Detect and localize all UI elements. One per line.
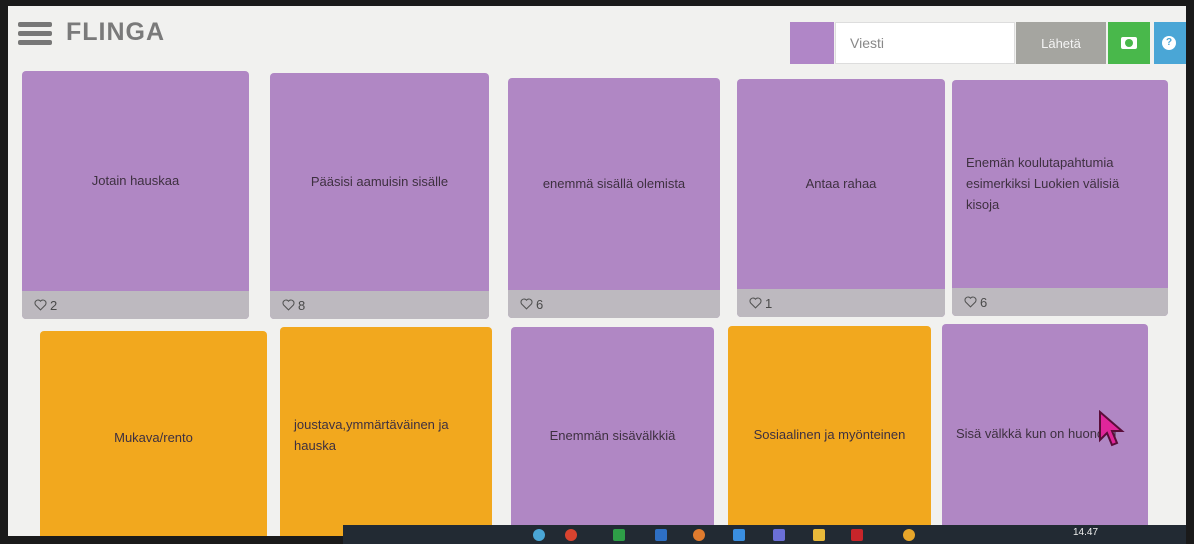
card[interactable]: enemmä sisällä olemista 6 (508, 78, 720, 318)
card-text: joustava,ymmärtäväinen ja hauska (294, 417, 449, 453)
folder-icon[interactable] (813, 529, 825, 541)
send-button[interactable]: Lähetä (1016, 22, 1106, 64)
clock: 14.47 (1073, 527, 1099, 538)
app-icon[interactable] (693, 529, 705, 541)
card-footer: 2 (22, 291, 249, 319)
browser-icon[interactable] (533, 529, 545, 541)
help-button[interactable]: ? (1154, 22, 1186, 64)
camera-button[interactable] (1108, 22, 1150, 64)
card-footer: 8 (270, 291, 489, 319)
word-icon[interactable] (655, 529, 667, 541)
heart-icon[interactable] (964, 296, 977, 308)
card[interactable]: joustava,ymmärtäväinen ja hauska (280, 327, 492, 536)
like-count: 6 (536, 296, 544, 312)
card-text: Sosiaalinen ja myönteinen (753, 427, 906, 442)
card[interactable]: Sosiaalinen ja myönteinen (728, 326, 931, 536)
card[interactable]: Jotain hauskaa 2 (22, 71, 249, 319)
message-input[interactable] (835, 22, 1015, 64)
like-count: 1 (765, 295, 773, 311)
card[interactable]: Mukava/rento (40, 331, 267, 536)
card-footer: 6 (952, 288, 1168, 316)
pdf-icon[interactable] (851, 529, 863, 541)
taskbar: 14.47 (343, 525, 1186, 544)
card[interactable]: Enemmän sisävälkkiä (511, 327, 714, 536)
card-footer: 1 (737, 289, 945, 317)
mouse-pointer-icon (1099, 410, 1125, 447)
excel-icon[interactable] (613, 529, 625, 541)
help-icon: ? (1162, 36, 1176, 50)
tray-icon[interactable] (903, 529, 915, 541)
card[interactable]: Pääsisi aamuisin sisälle 8 (270, 73, 489, 319)
card-text: Enemmän sisävälkkiä (549, 427, 676, 443)
hamburger-menu-icon[interactable] (18, 22, 52, 46)
card-text: Antaa rahaa (805, 175, 877, 191)
card[interactable]: Enemän koulutapahtumia esimerkiksi Luoki… (952, 80, 1168, 316)
heart-icon[interactable] (749, 297, 762, 309)
outlook-icon[interactable] (733, 529, 745, 541)
card-text: Enemän koulutapahtumia esimerkiksi Luoki… (966, 154, 1120, 212)
heart-icon[interactable] (520, 298, 533, 310)
card[interactable]: Antaa rahaa 1 (737, 79, 945, 317)
like-count: 2 (50, 297, 58, 313)
heart-icon[interactable] (34, 299, 47, 311)
heart-icon[interactable] (282, 299, 295, 311)
card-text: Mukava/rento (114, 429, 193, 445)
chrome-icon[interactable] (565, 529, 577, 541)
logo: FLINGA (66, 18, 166, 46)
header: FLINGA Lähetä ? (8, 6, 1186, 70)
card-text: enemmä sisällä olemista (542, 175, 686, 191)
teams-icon[interactable] (773, 529, 785, 541)
like-count: 6 (980, 294, 988, 310)
card-text: Pääsisi aamuisin sisälle (310, 173, 449, 189)
like-count: 8 (298, 297, 306, 313)
card-footer: 6 (508, 290, 720, 318)
flinga-wall: FLINGA Lähetä ? Jotain hauskaa 2 Pääsisi… (8, 6, 1186, 536)
card-text: Jotain hauskaa (91, 172, 180, 188)
color-picker-button[interactable] (790, 22, 834, 64)
